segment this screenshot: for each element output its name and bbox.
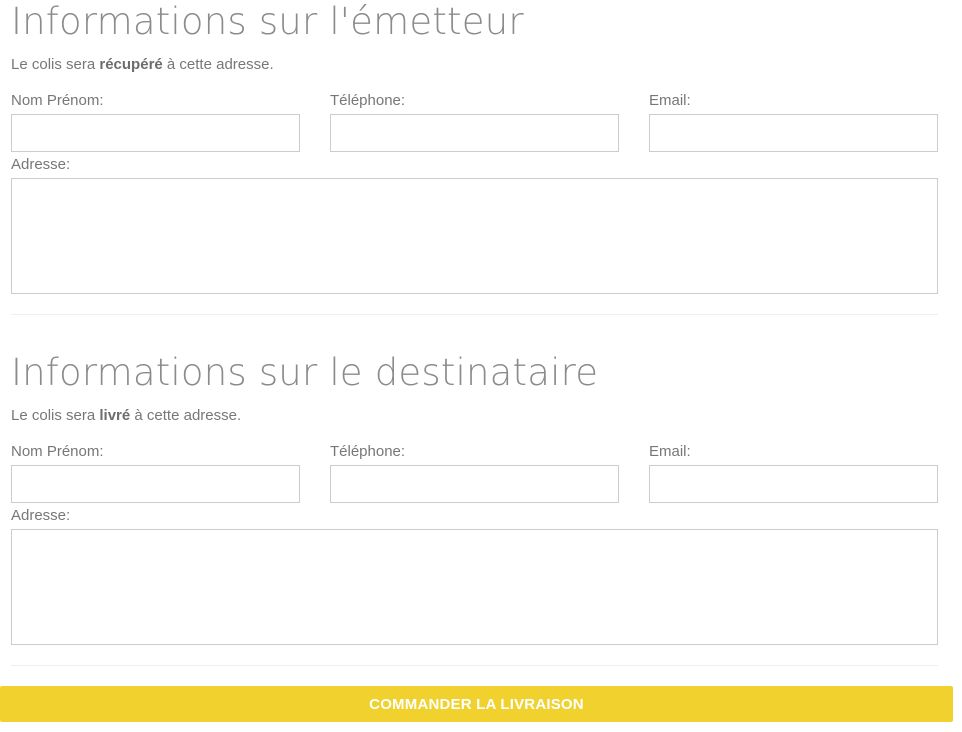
sender-phone-label: Téléphone: — [330, 92, 406, 109]
recipient-address-field[interactable] — [11, 529, 938, 645]
sender-address-field[interactable] — [11, 178, 938, 294]
recipient-email-field[interactable] — [649, 465, 938, 503]
recipient-subtitle: Le colis sera livré à cette adresse. — [11, 406, 241, 426]
sender-address-label: Adresse: — [11, 156, 71, 173]
recipient-section-title: Informations sur le destinataire — [11, 351, 599, 394]
sender-name-field[interactable] — [11, 114, 300, 152]
recipient-subtitle-suffix: à cette adresse. — [130, 407, 242, 424]
sender-subtitle-emphasis: récupéré — [99, 56, 163, 73]
sender-divider — [11, 314, 938, 315]
sender-phone-field[interactable] — [330, 114, 619, 152]
sender-subtitle-suffix: à cette adresse. — [162, 56, 274, 73]
recipient-divider — [11, 665, 938, 666]
recipient-address-label: Adresse: — [11, 507, 71, 524]
order-delivery-button[interactable]: COMMANDER LA LIVRAISON — [0, 686, 953, 722]
recipient-name-field[interactable] — [11, 465, 300, 503]
sender-email-label: Email: — [649, 92, 691, 109]
recipient-phone-field[interactable] — [330, 465, 619, 503]
recipient-name-label: Nom Prénom: — [11, 443, 104, 460]
recipient-subtitle-emphasis: livré — [99, 407, 131, 424]
recipient-email-label: Email: — [649, 443, 691, 460]
recipient-subtitle-prefix: Le colis sera — [11, 407, 100, 424]
sender-email-field[interactable] — [649, 114, 938, 152]
sender-section-title: Informations sur l'émetteur — [11, 0, 524, 43]
sender-subtitle: Le colis sera récupéré à cette adresse. — [11, 55, 274, 75]
sender-name-label: Nom Prénom: — [11, 92, 104, 109]
sender-subtitle-prefix: Le colis sera — [11, 56, 100, 73]
recipient-phone-label: Téléphone: — [330, 443, 406, 460]
